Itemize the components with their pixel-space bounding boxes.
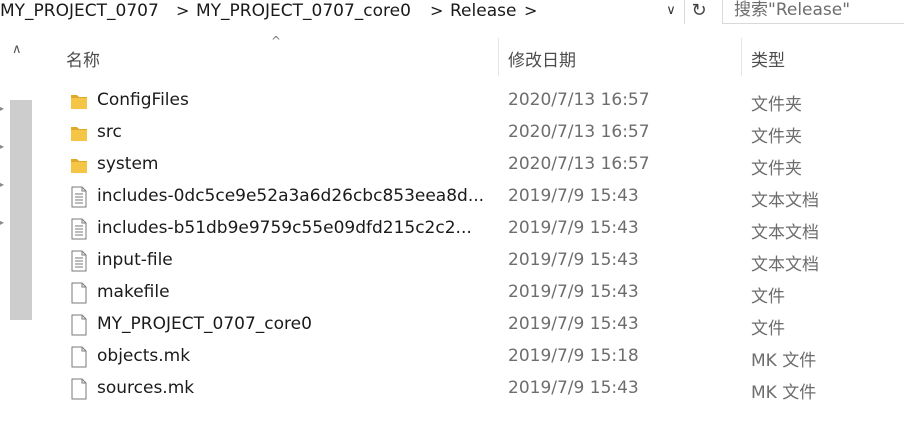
refresh-icon[interactable]: ↻	[684, 0, 713, 24]
file-type: 文件	[751, 287, 785, 307]
file-name: includes-b51db9e9759c55e09dfd215c2c2...	[97, 218, 472, 238]
file-type: 文本文档	[751, 255, 819, 275]
file-name: src	[97, 122, 122, 142]
address-dropdown-icon[interactable]: ∨	[660, 0, 682, 24]
file-date: 2019/7/9 15:43	[508, 378, 639, 398]
file-name: sources.mk	[97, 378, 195, 398]
file-name: system	[97, 154, 159, 174]
expand-arrow-icon[interactable]: ▸	[0, 180, 4, 189]
folder-icon	[70, 90, 88, 112]
file-name: objects.mk	[97, 346, 191, 366]
file-row[interactable]: ConfigFiles 2020/7/13 16:57 文件夹	[52, 85, 904, 117]
sort-ascending-icon: ^	[271, 34, 282, 48]
file-type: 文本文档	[751, 223, 819, 243]
file-date: 2019/7/9 15:43	[508, 282, 639, 302]
column-divider[interactable]	[741, 38, 742, 76]
expand-arrow-icon[interactable]: ▸	[0, 142, 4, 151]
file-row[interactable]: system 2020/7/13 16:57 文件夹	[52, 149, 904, 181]
nav-scrollbar-thumb[interactable]	[10, 100, 32, 320]
file-date: 2019/7/9 15:43	[508, 250, 639, 270]
column-date[interactable]: 修改日期	[508, 46, 576, 71]
column-name[interactable]: 名称	[66, 46, 100, 71]
file-row[interactable]: input-file 2019/7/9 15:43 文本文档	[52, 245, 904, 277]
file-row[interactable]: MY_PROJECT_0707_core0 2019/7/9 15:43 文件	[52, 309, 904, 341]
file-date: 2019/7/9 15:18	[508, 346, 639, 366]
blank-file-icon	[70, 378, 88, 400]
scroll-up-icon[interactable]: ∧	[12, 42, 22, 57]
file-type: 文本文档	[751, 191, 819, 211]
file-name: includes-0dc5ce9e52a3a6d26cbc853eea8d...	[97, 186, 485, 206]
blank-file-icon	[70, 314, 88, 336]
file-type: 文件夹	[751, 127, 802, 147]
expand-arrow-icon[interactable]: ▸	[0, 104, 4, 113]
file-name: MY_PROJECT_0707_core0	[97, 314, 312, 334]
file-date: 2020/7/13 16:57	[508, 122, 650, 142]
breadcrumb-my-project[interactable]: MY_PROJECT_0707	[0, 0, 159, 24]
file-type: 文件夹	[751, 159, 802, 179]
file-row[interactable]: objects.mk 2019/7/9 15:18 MK 文件	[52, 341, 904, 373]
file-row[interactable]: includes-0dc5ce9e52a3a6d26cbc853eea8d...…	[52, 181, 904, 213]
file-date: 2019/7/9 15:43	[508, 218, 639, 238]
file-type: 文件夹	[751, 95, 802, 115]
text-file-icon	[70, 250, 88, 272]
column-divider[interactable]	[498, 38, 499, 76]
file-type: 文件	[751, 319, 785, 339]
file-row[interactable]: includes-b51db9e9759c55e09dfd215c2c2... 2…	[52, 213, 904, 245]
file-name: makefile	[97, 282, 170, 302]
expand-arrow-icon[interactable]: ▸	[0, 218, 4, 227]
file-type: MK 文件	[751, 351, 817, 371]
file-date: 2020/7/13 16:57	[508, 154, 650, 174]
file-name: ConfigFiles	[97, 90, 189, 110]
folder-icon	[70, 154, 88, 176]
text-file-icon	[70, 218, 88, 240]
column-header: ^ 名称 修改日期 类型	[52, 32, 904, 76]
folder-icon	[70, 122, 88, 144]
breadcrumb-separator-icon[interactable]: >	[430, 0, 443, 24]
text-file-icon	[70, 186, 88, 208]
file-name: input-file	[97, 250, 173, 270]
file-row[interactable]: src 2020/7/13 16:57 文件夹	[52, 117, 904, 149]
file-date: 2019/7/9 15:43	[508, 186, 639, 206]
search-input[interactable]: 搜索"Release"	[722, 0, 904, 24]
blank-file-icon	[70, 346, 88, 368]
file-type: MK 文件	[751, 383, 817, 403]
address-bar: MY_PROJECT_0707 > MY_PROJECT_0707_core0 …	[0, 0, 904, 26]
file-row[interactable]: sources.mk 2019/7/9 15:43 MK 文件	[52, 373, 904, 405]
breadcrumb-core0[interactable]: MY_PROJECT_0707_core0	[196, 0, 411, 24]
breadcrumb-separator-icon[interactable]: >	[176, 0, 189, 24]
file-date: 2019/7/9 15:43	[508, 314, 639, 334]
blank-file-icon	[70, 282, 88, 304]
column-type[interactable]: 类型	[751, 46, 785, 71]
file-date: 2020/7/13 16:57	[508, 90, 650, 110]
breadcrumb-release[interactable]: Release	[450, 0, 516, 24]
breadcrumb-separator-icon[interactable]: >	[524, 0, 537, 24]
file-row[interactable]: makefile 2019/7/9 15:43 文件	[52, 277, 904, 309]
navigation-pane: ∧ ▸ ▸ ▸ ▸	[0, 40, 36, 434]
